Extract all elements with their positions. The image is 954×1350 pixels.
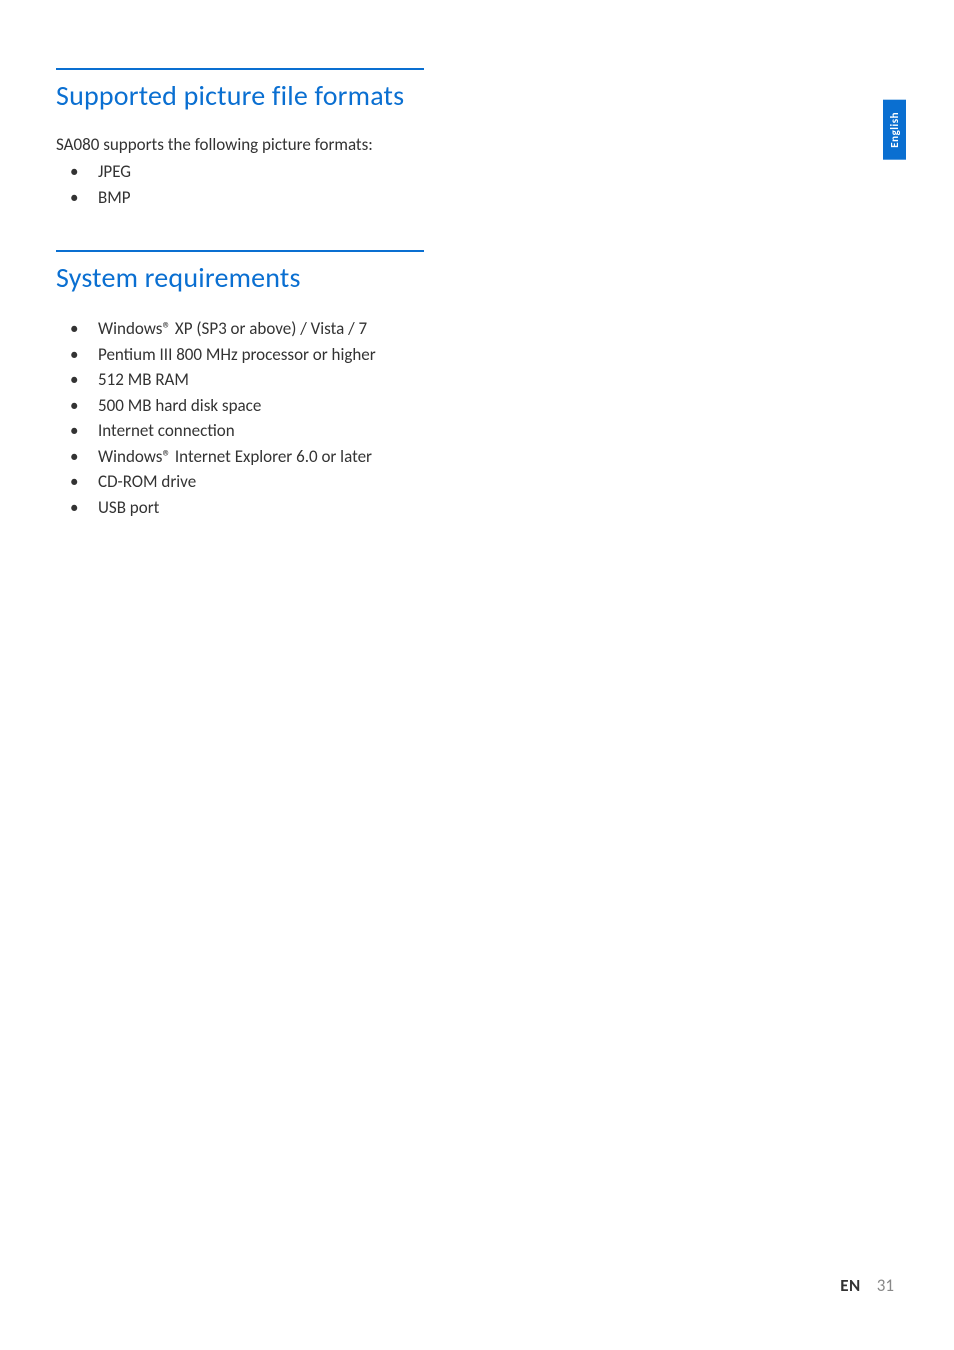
- section-rule: [56, 68, 424, 70]
- list-item: CD-ROM drive: [56, 469, 424, 495]
- footer-language: EN: [840, 1275, 861, 1296]
- page-footer: EN 31: [840, 1275, 894, 1296]
- list-item: USB port: [56, 495, 424, 521]
- picture-formats-list: JPEG BMP: [56, 159, 424, 210]
- list-item: Pentium III 800 MHz processor or higher: [56, 342, 424, 368]
- list-item: JPEG: [56, 159, 424, 185]
- list-item: 512 MB RAM: [56, 367, 424, 393]
- list-item: 500 MB hard disk space: [56, 393, 424, 419]
- system-requirements-list: Windows® XP (SP3 or above) / Vista / 7 P…: [56, 316, 424, 520]
- language-tab-label: English: [888, 112, 901, 148]
- intro-text-picture-formats: SA080 supports the following picture for…: [56, 134, 424, 155]
- section-heading-system-requirements: System requirements: [56, 262, 424, 294]
- footer-page-number: 31: [877, 1275, 894, 1296]
- section-rule: [56, 250, 424, 252]
- list-item: Windows® Internet Explorer 6.0 or later: [56, 444, 424, 470]
- language-tab: English: [883, 100, 906, 160]
- page-content: Supported picture file formats SA080 sup…: [0, 0, 480, 520]
- list-item: BMP: [56, 185, 424, 211]
- section-heading-picture-formats: Supported picture file formats: [56, 80, 424, 112]
- list-item: Internet connection: [56, 418, 424, 444]
- list-item: Windows® XP (SP3 or above) / Vista / 7: [56, 316, 424, 342]
